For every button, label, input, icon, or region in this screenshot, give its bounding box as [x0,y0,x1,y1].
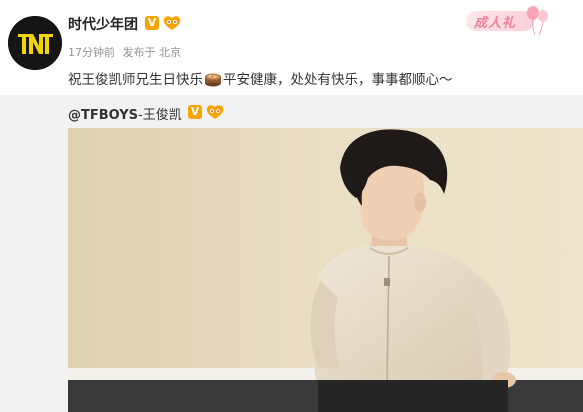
cake-emoji-icon [205,73,221,87]
post-location: 发布于 北京 [122,46,182,59]
balloons-icon [527,6,548,36]
post-meta: 17分钟前 发布于 北京 [68,44,185,60]
repost-header: @TFBOYS-王俊凯 [68,104,182,123]
account-name[interactable]: 时代少年团 [68,14,138,34]
repost-verified-badge-icon: V [188,105,202,119]
coming-of-age-event-button[interactable]: 成人礼 [466,5,548,37]
tnt-logo-icon [8,16,62,70]
post-time[interactable]: 17分钟前 [68,46,115,59]
repost-name[interactable]: 王俊凯 [143,108,182,123]
portrait-photo-image [68,128,583,412]
verified-badge-icon: V [145,16,159,30]
post-text-part-1: 祝王俊凯师兄生日快乐 [68,72,203,88]
weibo-post-card: 时代少年团 V 17分钟前 发布于 北京 成人礼 祝王俊凯师兄生日快乐 平安健康… [0,0,583,412]
fan-badge-icon [163,16,181,30]
repost-handle[interactable]: @TFBOYS [68,108,138,123]
post-text: 祝王俊凯师兄生日快乐 平安健康，处处有快乐，事事都顺心～ [68,68,568,88]
repost-fan-badge-icon [206,105,224,119]
account-avatar[interactable] [8,16,62,70]
event-label: 成人礼 [474,16,517,31]
repost-photo[interactable] [68,128,583,412]
post-text-part-2: 平安健康，处处有快乐，事事都顺心～ [223,72,453,88]
